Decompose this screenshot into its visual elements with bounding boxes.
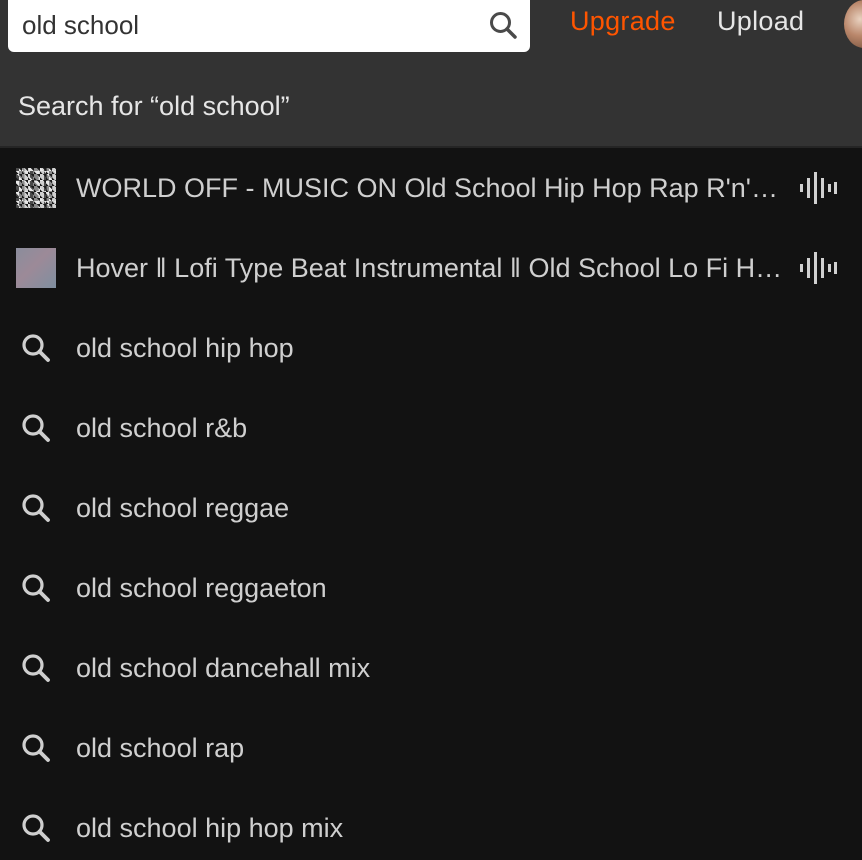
search-for-option[interactable]: Search for “old school”	[0, 66, 862, 148]
suggestion-label: old school r&b	[76, 413, 248, 443]
search-button[interactable]	[484, 6, 522, 44]
suggestion-label: old school reggae	[76, 493, 290, 523]
search-icon	[22, 734, 50, 762]
suggestion-label: old school dancehall mix	[76, 653, 371, 683]
suggestion-item[interactable]: old school r&b	[0, 388, 862, 468]
suggestion-item[interactable]: old school reggae	[0, 468, 862, 548]
search-box[interactable]	[8, 0, 530, 52]
track-result[interactable]: Hover ‖ Lofi Type Beat Instrumental ‖ Ol…	[0, 228, 862, 308]
suggestion-label: old school hip hop	[76, 333, 294, 363]
suggestion-label: old school rap	[76, 733, 245, 763]
search-icon	[22, 414, 50, 442]
search-for-label: Search for “old school”	[18, 90, 290, 121]
track-title: Hover ‖ Lofi Type Beat Instrumental ‖ Ol…	[76, 253, 786, 283]
suggestion-label: old school hip hop mix	[76, 813, 344, 843]
search-input[interactable]	[22, 4, 462, 46]
suggestion-item[interactable]: old school hip hop	[0, 308, 862, 388]
track-artwork	[16, 248, 56, 288]
search-icon	[22, 814, 50, 842]
avatar[interactable]	[844, 0, 862, 48]
suggestion-label: old school reggaeton	[76, 573, 327, 603]
suggestion-item[interactable]: old school reggaeton	[0, 548, 862, 628]
suggestion-item[interactable]: old school rap	[0, 708, 862, 788]
search-icon	[22, 334, 50, 362]
search-icon	[22, 654, 50, 682]
track-artwork	[16, 168, 56, 208]
track-title: WORLD OFF - MUSIC ON Old School Hip Hop …	[76, 173, 786, 203]
upgrade-link[interactable]: Upgrade	[570, 6, 676, 37]
waveform-icon	[800, 172, 837, 204]
track-result[interactable]: WORLD OFF - MUSIC ON Old School Hip Hop …	[0, 148, 862, 228]
search-icon	[22, 574, 50, 602]
top-bar: Upgrade Upload	[0, 0, 862, 66]
suggestion-item[interactable]: old school hip hop mix	[0, 788, 862, 860]
search-suggestions-dropdown: Search for “old school” WORLD OFF - MUSI…	[0, 66, 862, 860]
waveform-icon	[800, 252, 837, 284]
search-icon	[22, 494, 50, 522]
upload-link[interactable]: Upload	[717, 6, 804, 37]
suggestion-item[interactable]: old school dancehall mix	[0, 628, 862, 708]
search-icon	[490, 12, 517, 39]
